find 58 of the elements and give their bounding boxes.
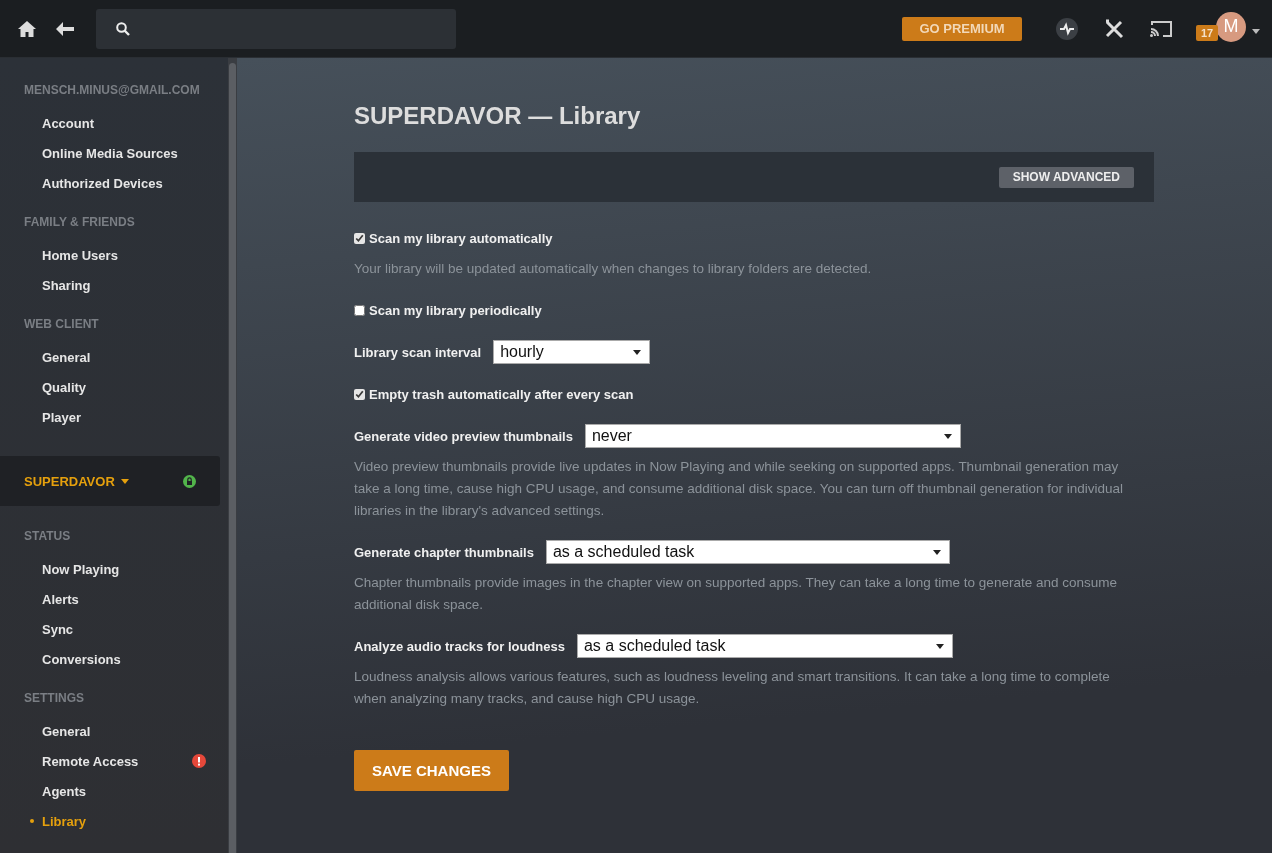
- back-arrow-icon[interactable]: [56, 21, 74, 36]
- sidebar-item[interactable]: Authorized Devices: [0, 168, 228, 198]
- sidebar-item[interactable]: Remote Access: [0, 746, 228, 776]
- checkbox[interactable]: [354, 388, 365, 400]
- notification-badge: 17: [1196, 24, 1219, 41]
- setting-label: Library scan interval: [354, 344, 482, 360]
- sidebar-item[interactable]: Agents: [0, 776, 228, 806]
- sidebar-item[interactable]: Online Media Sources: [0, 138, 228, 168]
- caret-icon: [932, 549, 941, 555]
- lock-icon: [183, 474, 196, 488]
- section-header: SETTINGS: [23, 690, 85, 707]
- caret-icon: [935, 643, 944, 649]
- checkbox-label: Scan my library automatically: [369, 230, 553, 246]
- caret-icon: [943, 433, 952, 439]
- setting-description: Your library will be updated automatically when changes to library folders are detected.: [354, 260, 873, 278]
- setting-label: Generate chapter thumbnails: [354, 544, 534, 560]
- home-icon[interactable]: [18, 20, 36, 37]
- section-header: WEB CLIENT: [23, 316, 100, 333]
- search-field[interactable]: [96, 8, 456, 49]
- sidebar-item[interactable]: Quality: [0, 372, 228, 402]
- bullet-icon: [30, 819, 34, 823]
- checkbox-label: Empty trash automatically after every scan: [369, 386, 634, 402]
- caret-icon: [1252, 28, 1260, 34]
- sidebar-item[interactable]: Sharing: [0, 270, 228, 300]
- sidebar-item[interactable]: Account: [0, 108, 228, 138]
- checkbox-label: Scan my library periodically: [369, 302, 542, 318]
- dropdown[interactable]: hourly: [493, 340, 651, 364]
- setting-label: Analyze audio tracks for loudness: [354, 638, 565, 654]
- search-icon: [116, 21, 130, 36]
- sidebar-item[interactable]: Home Users: [0, 240, 228, 270]
- show-advanced-button[interactable]: SHOW ADVANCED: [998, 166, 1134, 188]
- server-selector[interactable]: SUPERDAVOR: [24, 473, 129, 489]
- setting-label: Generate video preview thumbnails: [354, 428, 573, 444]
- scrollbar[interactable]: [229, 63, 236, 853]
- sidebar-item[interactable]: General: [0, 342, 228, 372]
- sidebar-item[interactable]: Player: [0, 402, 228, 432]
- checkbox[interactable]: [354, 304, 365, 316]
- dropdown[interactable]: as a scheduled task: [576, 634, 953, 658]
- caret-icon: [120, 478, 129, 484]
- section-header: FAMILY & FRIENDS: [23, 214, 136, 231]
- section-header: MENSCH.MINUS@GMAIL.COM: [23, 82, 201, 99]
- sidebar-item[interactable]: Library: [0, 806, 228, 836]
- setting-description: Loudness analysis allows various features, such as loudness leveling and smart transitions. It can take a long time to complete when analyzing many tracks, and cause high CPU usage.: [354, 668, 1111, 708]
- page-title: SUPERDAVOR — Library: [354, 102, 642, 130]
- sidebar-item[interactable]: Conversions: [0, 644, 228, 674]
- dropdown[interactable]: as a scheduled task: [545, 540, 950, 564]
- sidebar-item[interactable]: Now Playing: [0, 554, 228, 584]
- setting-description: Chapter thumbnails provide images in the chapter view on supported apps. They can take a long time to generate and consume additional disk space.: [354, 574, 1118, 614]
- caret-icon: [633, 349, 642, 355]
- sidebar-item[interactable]: General: [0, 716, 228, 746]
- sidebar-item[interactable]: Alerts: [0, 584, 228, 614]
- section-header: STATUS: [23, 528, 72, 545]
- cast-icon[interactable]: [1150, 20, 1172, 37]
- activity-icon[interactable]: [1056, 17, 1078, 40]
- dropdown[interactable]: never: [584, 424, 961, 448]
- setting-description: Video preview thumbnails provide live updates in Now Playing and while seeking on supported apps. Thumbnail generation may take a long time, cause high CPU usage, and consume additional disk space. You can turn off thumbnail generation for individual libraries in the library's advanced settings.: [354, 458, 1124, 520]
- checkbox[interactable]: [354, 232, 365, 244]
- sidebar-item[interactable]: Sync: [0, 614, 228, 644]
